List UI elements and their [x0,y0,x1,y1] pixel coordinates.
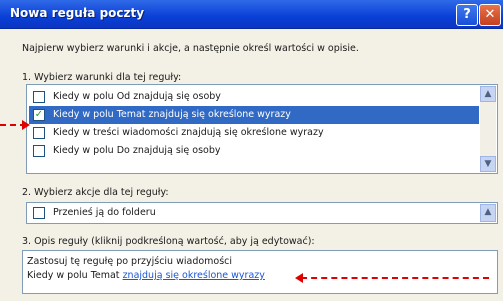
action-item[interactable]: Przenieś ją do folderu [29,204,479,222]
action-checkbox[interactable] [33,207,45,219]
condition-checkbox[interactable] [33,145,45,157]
conditions-scrollbar[interactable]: ▲ ▼ [480,86,496,172]
conditions-label: 1. Wybierz warunki dla tej reguły: [22,72,182,83]
help-button[interactable]: ? [456,4,478,26]
condition-checkbox[interactable] [33,127,45,139]
scroll-up-icon[interactable]: ▲ [480,204,496,222]
condition-label: Kiedy w treści wiadomości znajdują się o… [53,127,324,138]
condition-item-selected[interactable]: ✓ Kiedy w polu Temat znajdują się określ… [29,106,479,124]
description-label: 3. Opis reguły (kliknij podkreśloną wart… [22,236,315,247]
condition-label: Kiedy w polu Do znajdują się osoby [53,145,221,156]
condition-item[interactable]: Kiedy w polu Do znajdują się osoby [29,142,479,160]
description-line-2-prefix: Kiedy w polu Temat [27,270,123,281]
editable-value-link[interactable]: znajdują się określone wyrazy [123,270,265,281]
condition-label: Kiedy w polu Temat znajdują się określon… [53,109,291,120]
description-line-1: Zastosuj tę regułę po przyjściu wiadomoś… [27,256,233,267]
scroll-down-icon[interactable]: ▼ [480,156,496,172]
rule-description-box: Zastosuj tę regułę po przyjściu wiadomoś… [22,250,498,294]
window-title: Nowa reguła poczty [10,6,145,20]
condition-checkbox-checked[interactable]: ✓ [33,109,45,121]
annotation-arrow-line [301,277,489,281]
close-button[interactable]: ✕ [479,4,501,26]
condition-item[interactable]: Kiedy w polu Od znajdują się osoby [29,88,479,106]
actions-label: 2. Wybierz akcje dla tej reguły: [22,187,169,198]
intro-text: Najpierw wybierz warunki i akcje, a nast… [22,43,359,54]
annotation-arrow-left-icon [295,273,303,283]
action-label: Przenieś ją do folderu [53,207,156,218]
condition-label: Kiedy w polu Od znajdują się osoby [53,91,221,102]
condition-checkbox[interactable] [33,91,45,103]
actions-scrollbar[interactable]: ▲ [480,204,496,222]
annotation-arrow-right-icon [22,120,30,130]
actions-list[interactable]: Przenieś ją do folderu ▲ [26,202,498,224]
title-bar: Nowa reguła poczty ? ✕ [0,0,503,29]
scroll-up-icon[interactable]: ▲ [480,86,496,102]
conditions-list[interactable]: Kiedy w polu Od znajdują się osoby ✓ Kie… [26,84,498,174]
condition-item[interactable]: Kiedy w treści wiadomości znajdują się o… [29,124,479,142]
